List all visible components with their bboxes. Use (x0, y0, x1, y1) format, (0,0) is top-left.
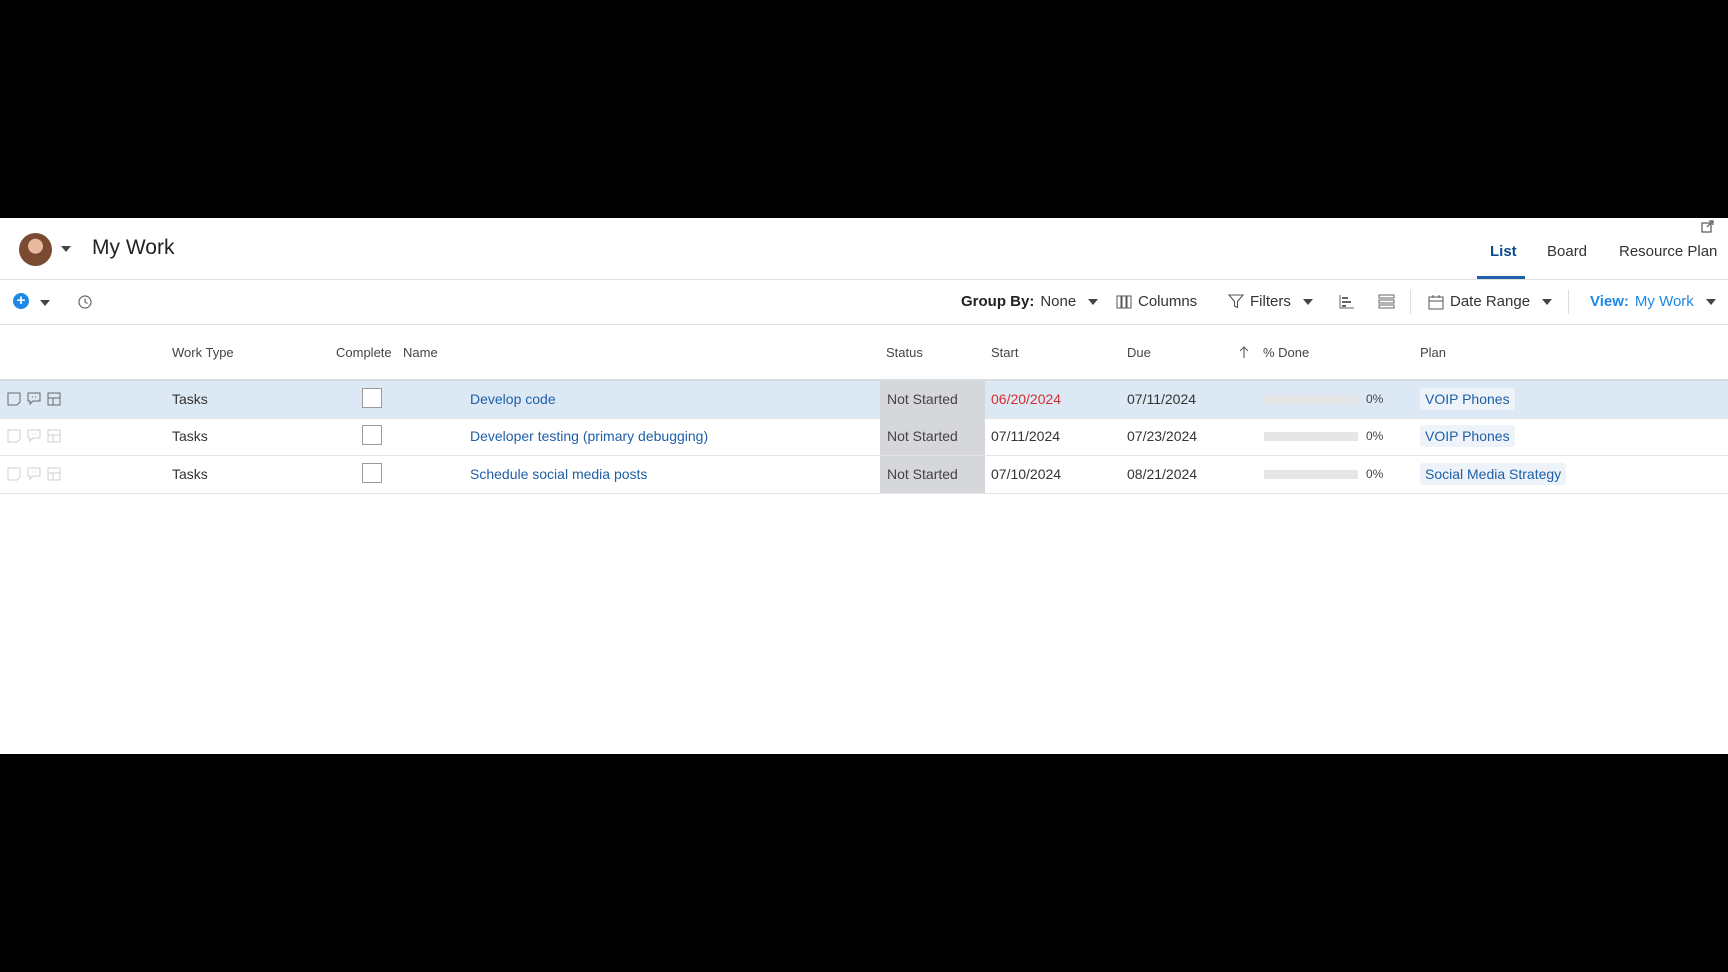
gantt-icon[interactable] (1339, 294, 1355, 309)
complete-checkbox[interactable] (362, 388, 382, 408)
chevron-down-icon (1542, 298, 1553, 305)
date-range-label: Date Range (1450, 293, 1531, 310)
status-text: Not Started (887, 391, 958, 407)
table-row[interactable]: Tasks Schedule social media posts Not Star… (0, 456, 1728, 494)
chevron-down-icon[interactable] (40, 300, 50, 306)
complete-checkbox[interactable] (362, 425, 382, 445)
comment-icon[interactable] (27, 467, 41, 481)
toolbar: + Group By: None Columns Filters Date Ra… (0, 280, 1728, 325)
task-name-link[interactable]: Developer testing (primary debugging) (470, 418, 708, 455)
pct-done-value: 0% (1366, 392, 1384, 406)
work-type-cell: Tasks (172, 466, 208, 482)
chevron-down-icon[interactable] (61, 246, 71, 252)
comment-icon[interactable] (27, 429, 41, 443)
column-header-name[interactable]: Name (403, 345, 438, 360)
view-value: My Work (1634, 293, 1694, 310)
column-header-due[interactable]: Due (1127, 345, 1151, 360)
columns-label: Columns (1138, 293, 1198, 310)
pct-done-value: 0% (1366, 429, 1384, 443)
columns-button[interactable]: Columns (1116, 293, 1197, 310)
due-date-cell[interactable]: 08/21/2024 (1127, 456, 1197, 493)
status-text: Not Started (887, 466, 958, 482)
details-icon[interactable] (47, 467, 61, 481)
task-name-link[interactable]: Develop code (470, 381, 556, 418)
note-icon[interactable] (7, 429, 21, 443)
start-date-cell[interactable]: 07/11/2024 (991, 418, 1060, 455)
progress-bar (1264, 395, 1358, 404)
note-icon[interactable] (7, 392, 21, 406)
details-icon[interactable] (47, 392, 61, 406)
chevron-down-icon (1705, 298, 1716, 305)
calendar-icon (1428, 294, 1444, 309)
toolbar-divider (1568, 290, 1569, 314)
view-label: View: (1590, 293, 1629, 310)
progress-bar (1264, 470, 1358, 479)
column-header-pct-done[interactable]: % Done (1263, 345, 1309, 360)
page-title: My Work (92, 236, 175, 259)
column-header-plan[interactable]: Plan (1420, 345, 1446, 360)
tab-board[interactable]: Board (1547, 243, 1587, 260)
group-by-dropdown[interactable]: Group By: None (961, 293, 1099, 310)
table-row[interactable]: Tasks Develop code Not Started 06/20/2024 07… (0, 381, 1728, 419)
column-header-work-type[interactable]: Work Type (172, 345, 234, 360)
progress-bar (1264, 432, 1358, 441)
plan-link[interactable]: Social Media Strategy (1420, 463, 1567, 485)
app-window: My Work List Board Resource Plan + Group… (0, 218, 1728, 754)
table-row[interactable]: Tasks Developer testing (primary debuggin… (0, 418, 1728, 456)
row-actions (7, 429, 61, 443)
row-actions (7, 392, 61, 406)
start-date-cell[interactable]: 06/20/2024 (991, 381, 1061, 418)
start-date-cell[interactable]: 07/10/2024 (991, 456, 1061, 493)
filters-button[interactable]: Filters (1228, 293, 1313, 310)
group-by-value: None (1040, 293, 1077, 310)
plan-link[interactable]: VOIP Phones (1420, 388, 1515, 410)
tab-list[interactable]: List (1490, 243, 1517, 260)
pct-done-value: 0% (1366, 467, 1384, 481)
list-density-icon[interactable] (1378, 294, 1395, 309)
details-icon[interactable] (47, 429, 61, 443)
tab-resource-plan[interactable]: Resource Plan (1619, 243, 1717, 260)
popout-icon[interactable] (1701, 220, 1714, 233)
chevron-down-icon (1302, 298, 1313, 305)
filter-icon (1228, 294, 1244, 309)
column-header-start[interactable]: Start (991, 345, 1018, 360)
columns-icon (1116, 295, 1132, 308)
chevron-down-icon (1088, 298, 1099, 305)
column-header-status[interactable]: Status (886, 345, 923, 360)
filters-label: Filters (1250, 293, 1291, 310)
due-date-cell[interactable]: 07/23/2024 (1127, 418, 1197, 455)
avatar[interactable] (19, 233, 52, 266)
status-text: Not Started (887, 428, 958, 444)
work-type-cell: Tasks (172, 428, 208, 444)
plus-icon[interactable]: + (13, 293, 29, 309)
row-actions (7, 467, 61, 481)
active-tab-indicator (1477, 276, 1525, 279)
date-range-dropdown[interactable]: Date Range (1428, 293, 1553, 310)
sort-up-icon[interactable] (1239, 345, 1249, 359)
header: My Work List Board Resource Plan (0, 218, 1728, 280)
group-by-label: Group By: (961, 293, 1035, 310)
clock-icon[interactable] (78, 295, 92, 309)
column-header-complete[interactable]: Complete (336, 345, 392, 360)
view-dropdown[interactable]: View: My Work (1590, 293, 1716, 310)
task-name-link[interactable]: Schedule social media posts (470, 456, 647, 493)
due-date-cell[interactable]: 07/11/2024 (1127, 381, 1196, 418)
plan-link[interactable]: VOIP Phones (1420, 425, 1515, 447)
note-icon[interactable] (7, 467, 21, 481)
complete-checkbox[interactable] (362, 463, 382, 483)
toolbar-divider (1410, 290, 1411, 314)
work-type-cell: Tasks (172, 391, 208, 407)
comment-icon[interactable] (27, 392, 41, 406)
